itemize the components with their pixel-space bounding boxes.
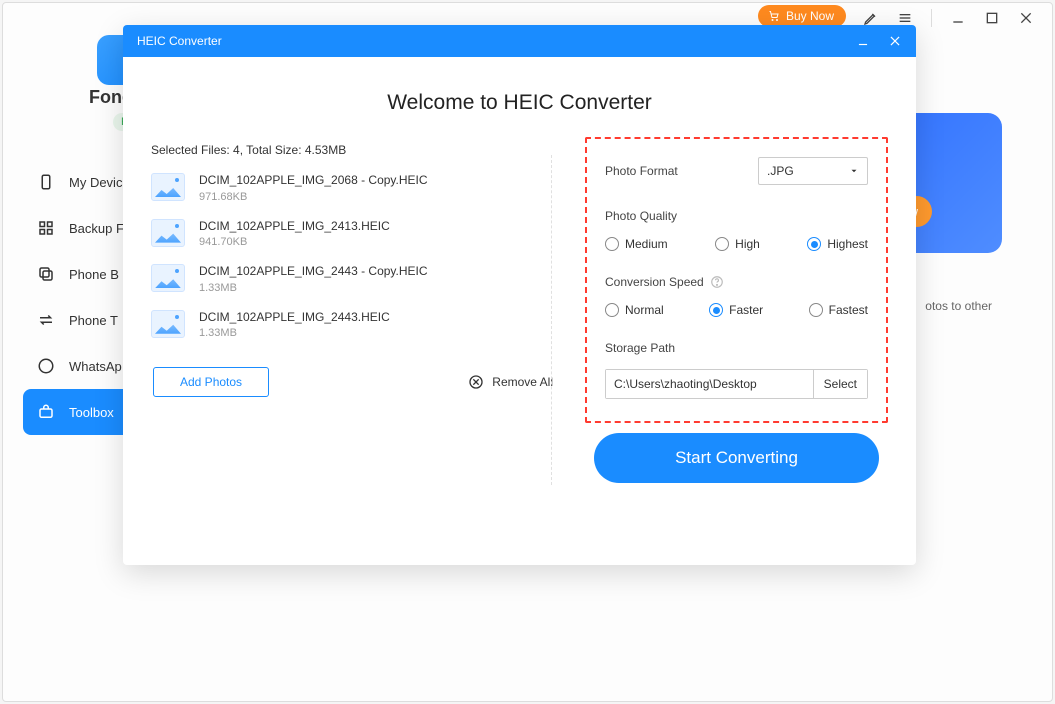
close-icon[interactable]	[1018, 10, 1034, 26]
format-select[interactable]: .JPG	[758, 157, 868, 185]
radio-icon	[605, 237, 619, 251]
sidebar-item-label: WhatsAp	[69, 359, 122, 374]
file-name: DCIM_102APPLE_IMG_2413.HEIC	[199, 219, 390, 235]
radio-icon	[715, 237, 729, 251]
sidebar-item-label: Phone B	[69, 267, 119, 282]
file-name: DCIM_102APPLE_IMG_2068 - Copy.HEIC	[199, 173, 428, 189]
settings-highlight: Photo Format .JPG Photo Quality Medium Hi…	[585, 137, 888, 423]
file-thumb-icon	[151, 310, 185, 338]
buy-now-label: Buy Now	[786, 9, 834, 23]
edit-icon[interactable]	[863, 10, 879, 26]
storage-path-input[interactable]	[606, 370, 813, 398]
grid-icon	[37, 219, 55, 237]
speed-label: Conversion Speed	[605, 275, 868, 289]
chat-icon	[37, 357, 55, 375]
file-size: 971.68KB	[199, 191, 428, 203]
radio-label: High	[735, 237, 760, 251]
quality-option-highest[interactable]: Highest	[807, 237, 868, 251]
toolbox-icon	[37, 403, 55, 421]
radio-icon	[809, 303, 823, 317]
file-thumb-icon	[151, 264, 185, 292]
speed-option-normal[interactable]: Normal	[605, 303, 664, 317]
file-name: DCIM_102APPLE_IMG_2443.HEIC	[199, 310, 390, 326]
quality-option-medium[interactable]: Medium	[605, 237, 668, 251]
radio-label: Fastest	[829, 303, 868, 317]
remove-all-button[interactable]: Remove All	[468, 374, 553, 390]
radio-label: Faster	[729, 303, 763, 317]
radio-label: Medium	[625, 237, 668, 251]
file-list-panel: Selected Files: 4, Total Size: 4.53MB DC…	[151, 143, 559, 483]
sidebar-item-label: My Devic	[69, 175, 122, 190]
modal-minimize-icon[interactable]	[856, 34, 870, 48]
selection-summary: Selected Files: 4, Total Size: 4.53MB	[151, 143, 559, 157]
sidebar-item-label: Phone T	[69, 313, 118, 328]
heic-converter-modal: HEIC Converter Welcome to HEIC Converter…	[123, 25, 916, 565]
storage-path-row: Select	[605, 369, 868, 399]
select-path-button[interactable]: Select	[813, 370, 867, 398]
start-converting-button[interactable]: Start Converting	[594, 433, 879, 483]
file-row[interactable]: DCIM_102APPLE_IMG_2443 - Copy.HEIC 1.33M…	[151, 258, 559, 304]
modal-body: Welcome to HEIC Converter Selected Files…	[123, 57, 916, 503]
speed-option-faster[interactable]: Faster	[709, 303, 763, 317]
file-name: DCIM_102APPLE_IMG_2443 - Copy.HEIC	[199, 264, 428, 280]
format-value: .JPG	[767, 164, 794, 178]
phone-icon	[37, 173, 55, 191]
maximize-icon[interactable]	[984, 10, 1000, 26]
file-thumb-icon	[151, 173, 185, 201]
minimize-icon[interactable]	[950, 10, 966, 26]
transfer-icon	[37, 311, 55, 329]
quality-option-high[interactable]: High	[715, 237, 760, 251]
settings-panel: Photo Format .JPG Photo Quality Medium Hi…	[559, 143, 888, 483]
sidebar-item-label: Toolbox	[69, 405, 114, 420]
add-photos-button[interactable]: Add Photos	[153, 367, 269, 397]
file-row[interactable]: DCIM_102APPLE_IMG_2413.HEIC 941.70KB	[151, 213, 559, 259]
file-size: 941.70KB	[199, 236, 390, 248]
cart-icon	[768, 10, 780, 22]
radio-label: Normal	[625, 303, 664, 317]
copy-icon	[37, 265, 55, 283]
radio-icon	[605, 303, 619, 317]
remove-icon	[468, 374, 484, 390]
file-row[interactable]: DCIM_102APPLE_IMG_2068 - Copy.HEIC 971.6…	[151, 167, 559, 213]
file-row[interactable]: DCIM_102APPLE_IMG_2443.HEIC 1.33MB	[151, 304, 559, 350]
radio-icon	[709, 303, 723, 317]
format-label: Photo Format	[605, 164, 678, 178]
file-size: 1.33MB	[199, 282, 428, 294]
sidebar-item-label: Backup F	[69, 221, 124, 236]
speed-option-fastest[interactable]: Fastest	[809, 303, 868, 317]
path-label: Storage Path	[605, 341, 868, 355]
radio-icon	[807, 237, 821, 251]
radio-label: Highest	[827, 237, 868, 251]
help-icon[interactable]	[710, 275, 724, 289]
welcome-heading: Welcome to HEIC Converter	[151, 91, 888, 115]
divider	[931, 9, 932, 27]
file-size: 1.33MB	[199, 327, 390, 339]
bg-note: otos to other	[925, 299, 992, 313]
remove-all-label: Remove All	[492, 375, 553, 389]
modal-title-text: HEIC Converter	[137, 34, 222, 48]
chevron-down-icon	[849, 166, 859, 176]
app-window: Buy Now Fone Fre My Devic Backup F Phone…	[2, 2, 1053, 702]
buy-now-button[interactable]: Buy Now	[758, 5, 846, 27]
quality-label: Photo Quality	[605, 209, 868, 223]
menu-icon[interactable]	[897, 10, 913, 26]
modal-titlebar: HEIC Converter	[123, 25, 916, 57]
column-separator	[551, 155, 552, 485]
file-thumb-icon	[151, 219, 185, 247]
modal-close-icon[interactable]	[888, 34, 902, 48]
